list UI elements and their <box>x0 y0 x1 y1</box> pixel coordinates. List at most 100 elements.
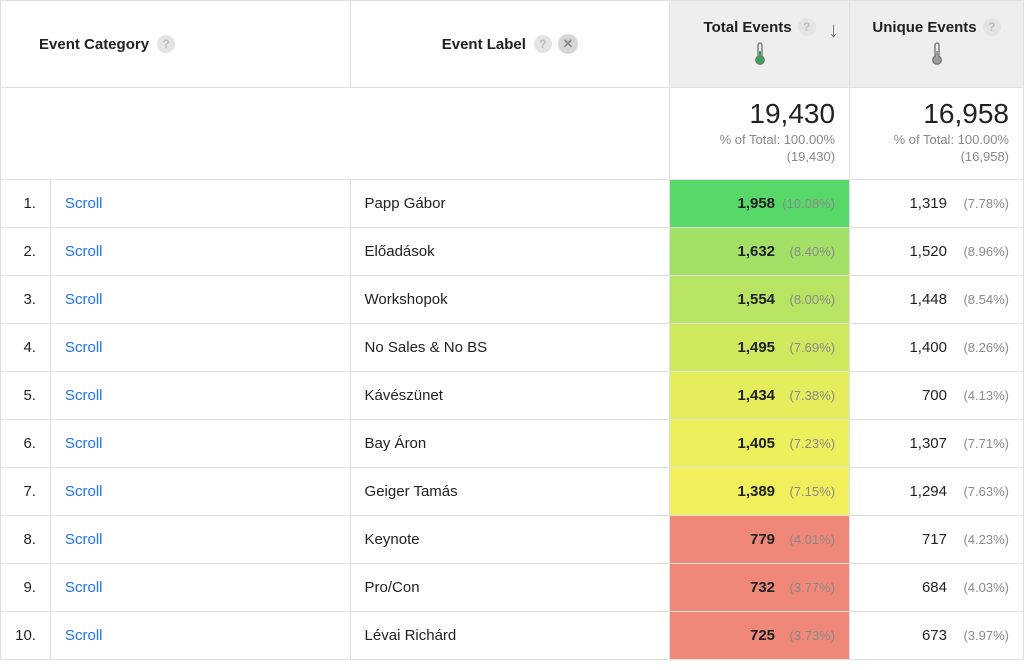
event-category-cell: Scroll <box>50 180 350 228</box>
total-events-cell: 1,434 (7.38%) <box>670 372 850 420</box>
total-events-pct: (8.40%) <box>781 244 835 259</box>
table-row: 8.ScrollKeynote779(4.01%)717(4.23%) <box>1 516 1024 564</box>
event-label-cell: Bay Áron <box>350 420 670 468</box>
help-icon[interactable]: ? <box>157 35 175 53</box>
row-index: 9. <box>1 564 51 612</box>
total-events-pct: (7.38%) <box>781 388 835 403</box>
total-events-pct: (7.69%) <box>781 340 835 355</box>
event-label-cell: Keynote <box>350 516 670 564</box>
event-category-link[interactable]: Scroll <box>65 531 103 548</box>
event-category-link[interactable]: Scroll <box>65 339 103 356</box>
event-label-cell: Kávészünet <box>350 372 670 420</box>
total-events-pct: (3.73%) <box>781 628 835 643</box>
row-index: 1. <box>1 180 51 228</box>
event-category-link[interactable]: Scroll <box>65 627 103 644</box>
total-events-value: 1,958 <box>737 195 775 212</box>
unique-events-value: 1,307 <box>903 435 947 452</box>
event-category-link[interactable]: Scroll <box>65 243 103 260</box>
table-row: 5. Scroll Kávészünet 1,434 (7.38%) 700(4.13%) <box>1 372 1024 420</box>
event-category-link[interactable]: Scroll <box>65 435 103 452</box>
total-events-cell: 1,632(8.40%) <box>670 228 850 276</box>
unique-events-pct: (8.96%) <box>955 244 1009 259</box>
unique-events-value: 717 <box>903 531 947 548</box>
table-row: 2.ScrollElőadások1,632(8.40%)1,520(8.96%… <box>1 228 1024 276</box>
thermometer-icon <box>754 42 766 70</box>
event-category-link[interactable]: Scroll <box>65 291 103 308</box>
row-index: 10. <box>1 612 51 660</box>
unique-events-cell: 1,307 (7.71%) <box>850 420 1024 468</box>
event-category-cell: Scroll <box>50 420 350 468</box>
summary-subtext: (19,430) <box>684 149 835 164</box>
unique-events-cell: 700(4.13%) <box>850 372 1024 420</box>
summary-blank <box>1 88 670 180</box>
help-icon[interactable]: ? <box>798 18 816 36</box>
total-events-pct: (4.01%) <box>781 532 835 547</box>
unique-events-value: 1,448 <box>903 291 947 308</box>
total-events-value: 1,554 <box>737 291 775 308</box>
unique-events-value: 1,294 <box>903 483 947 500</box>
total-events-cell: 1,495(7.69%) <box>670 324 850 372</box>
unique-events-value: 1,400 <box>903 339 947 356</box>
header-label: Total Events <box>704 19 792 36</box>
total-events-cell: 1,958(10.08%) <box>670 180 850 228</box>
unique-events-cell: 673 (3.97%) <box>850 612 1024 660</box>
total-events-cell: 1,389 (7.15%) <box>670 468 850 516</box>
unique-events-value: 1,319 <box>903 195 947 212</box>
unique-events-pct: (7.71%) <box>955 436 1009 451</box>
summary-value: 16,958 <box>864 98 1009 130</box>
event-category-link[interactable]: Scroll <box>65 483 103 500</box>
header-event-category[interactable]: Event Category ? <box>1 1 351 88</box>
events-table: Event Category ? Event Label ? ✕ Total E… <box>0 0 1024 660</box>
event-category-link[interactable]: Scroll <box>65 195 103 212</box>
unique-events-pct: (4.13%) <box>955 388 1009 403</box>
header-total-events[interactable]: Total Events ? ↓ <box>670 1 850 88</box>
help-icon[interactable]: ? <box>534 35 552 53</box>
unique-events-value: 1,520 <box>903 243 947 260</box>
total-events-cell: 732(3.77%) <box>670 564 850 612</box>
event-label-cell: Előadások <box>350 228 670 276</box>
help-icon[interactable]: ? <box>983 18 1001 36</box>
table-row: 4.ScrollNo Sales & No BS1,495(7.69%)1,40… <box>1 324 1024 372</box>
unique-events-cell: 1,520 (8.96%) <box>850 228 1024 276</box>
table-row: 7.ScrollGeiger Tamás1,389(7.15%)1,294(7.… <box>1 468 1024 516</box>
total-events-value: 1,389 <box>737 483 775 500</box>
event-category-cell: Scroll <box>50 372 350 420</box>
event-category-cell: Scroll <box>50 612 350 660</box>
row-index: 4. <box>1 324 51 372</box>
unique-events-pct: (3.97%) <box>955 628 1009 643</box>
header-unique-events[interactable]: Unique Events ? <box>850 1 1024 88</box>
summary-subtext: (16,958) <box>864 149 1009 164</box>
header-label: Unique Events <box>872 19 976 36</box>
header-label: Event Category <box>39 36 149 53</box>
event-label-cell: Geiger Tamás <box>350 468 670 516</box>
unique-events-cell: 684(4.03%) <box>850 564 1024 612</box>
table-row: 1.ScrollPapp Gábor1,958(10.08%)1,319(7.7… <box>1 180 1024 228</box>
unique-events-cell: 1,319 (7.78%) <box>850 180 1024 228</box>
header-event-label[interactable]: Event Label ? ✕ <box>350 1 670 88</box>
event-category-cell: Scroll <box>50 564 350 612</box>
event-category-cell: Scroll <box>50 228 350 276</box>
unique-events-pct: (7.78%) <box>955 196 1009 211</box>
total-events-value: 732 <box>750 579 775 596</box>
total-events-value: 1,434 <box>737 387 775 404</box>
summary-unique-events: 16,958 % of Total: 100.00% (16,958) <box>850 88 1024 180</box>
unique-events-value: 673 <box>903 627 947 644</box>
close-icon[interactable]: ✕ <box>558 34 578 54</box>
total-events-pct: (7.15%) <box>781 484 835 499</box>
unique-events-cell: 717(4.23%) <box>850 516 1024 564</box>
total-events-pct: (7.23%) <box>781 436 835 451</box>
row-index: 5. <box>1 372 51 420</box>
unique-events-cell: 1,400(8.26%) <box>850 324 1024 372</box>
total-events-value: 1,405 <box>737 435 775 452</box>
sort-descending-icon[interactable]: ↓ <box>828 17 839 43</box>
unique-events-pct: (7.63%) <box>955 484 1009 499</box>
table-row: 10.ScrollLévai Richárd725(3.73%)673(3.97… <box>1 612 1024 660</box>
total-events-value: 779 <box>750 531 775 548</box>
event-category-link[interactable]: Scroll <box>65 387 103 404</box>
total-events-cell: 1,554(8.00%) <box>670 276 850 324</box>
summary-subtext: % of Total: 100.00% <box>684 132 835 147</box>
total-events-cell: 779 (4.01%) <box>670 516 850 564</box>
total-events-value: 725 <box>750 627 775 644</box>
event-category-link[interactable]: Scroll <box>65 579 103 596</box>
event-category-cell: Scroll <box>50 324 350 372</box>
